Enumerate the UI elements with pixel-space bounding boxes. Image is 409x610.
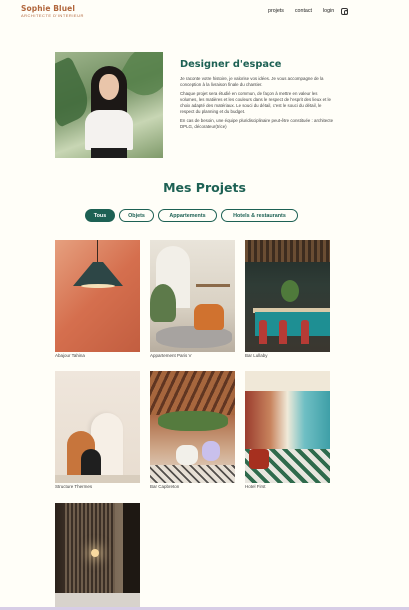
filter-appartements[interactable]: Appartements — [158, 209, 217, 222]
project-caption: Structure Thermes — [55, 484, 93, 489]
filter-bar: Tous Objets Appartements Hotels & restau… — [85, 209, 302, 222]
intro-text: Je raconte votre histoire, je valorise v… — [180, 76, 336, 133]
nav-login[interactable]: login — [323, 8, 334, 15]
designer-portrait — [55, 52, 163, 158]
instagram-icon[interactable] — [341, 8, 349, 15]
project-image[interactable] — [150, 240, 235, 352]
intro-paragraph: Chaque projet sera étudié en commun, de … — [180, 91, 331, 114]
project-caption: Bar Capbreton — [150, 484, 180, 489]
gallery-item[interactable]: Structure Thermes — [55, 371, 140, 490]
gallery-item[interactable]: Appartement Paris V — [150, 240, 235, 359]
project-caption: Bar Lullaby — [245, 353, 268, 358]
project-caption: Appartement Paris V — [150, 353, 192, 358]
logo-subtitle: ARCHITECTE D'INTERIEUR — [21, 13, 84, 18]
project-image[interactable] — [150, 371, 235, 483]
project-caption: Hotel First — [245, 484, 266, 489]
logo[interactable]: Sophie Bluel ARCHITECTE D'INTERIEUR — [21, 4, 84, 19]
project-image[interactable] — [245, 371, 330, 483]
header: Sophie Bluel ARCHITECTE D'INTERIEUR proj… — [0, 0, 409, 26]
main-nav: projets contact login — [268, 8, 349, 15]
gallery-item[interactable]: Bar Capbreton — [150, 371, 235, 490]
project-image[interactable] — [245, 240, 330, 352]
project-image[interactable] — [55, 371, 140, 483]
project-caption: Abajour Tahina — [55, 353, 85, 358]
gallery-item[interactable] — [55, 503, 140, 607]
intro-paragraph: Je raconte votre histoire, je valorise v… — [180, 76, 324, 87]
gallery-item[interactable]: Bar Lullaby — [245, 240, 330, 359]
nav-contact[interactable]: contact — [295, 8, 312, 15]
intro-title: Designer d'espace — [180, 59, 282, 70]
filter-tous[interactable]: Tous — [85, 209, 115, 222]
logo-name: Sophie Bluel — [21, 4, 76, 13]
gallery-item[interactable]: Abajour Tahina — [55, 240, 140, 359]
nav-projets[interactable]: projets — [268, 8, 284, 15]
intro-paragraph: En cas de besoin, une équipe pluridiscip… — [180, 118, 334, 129]
gallery-item[interactable]: Hotel First — [245, 371, 330, 490]
project-image[interactable] — [55, 503, 140, 607]
project-image[interactable] — [55, 240, 140, 352]
filter-objets[interactable]: Objets — [119, 209, 154, 222]
projects-title: Mes Projets — [163, 180, 246, 195]
filter-hotels-restaurants[interactable]: Hotels & restaurants — [221, 209, 298, 222]
